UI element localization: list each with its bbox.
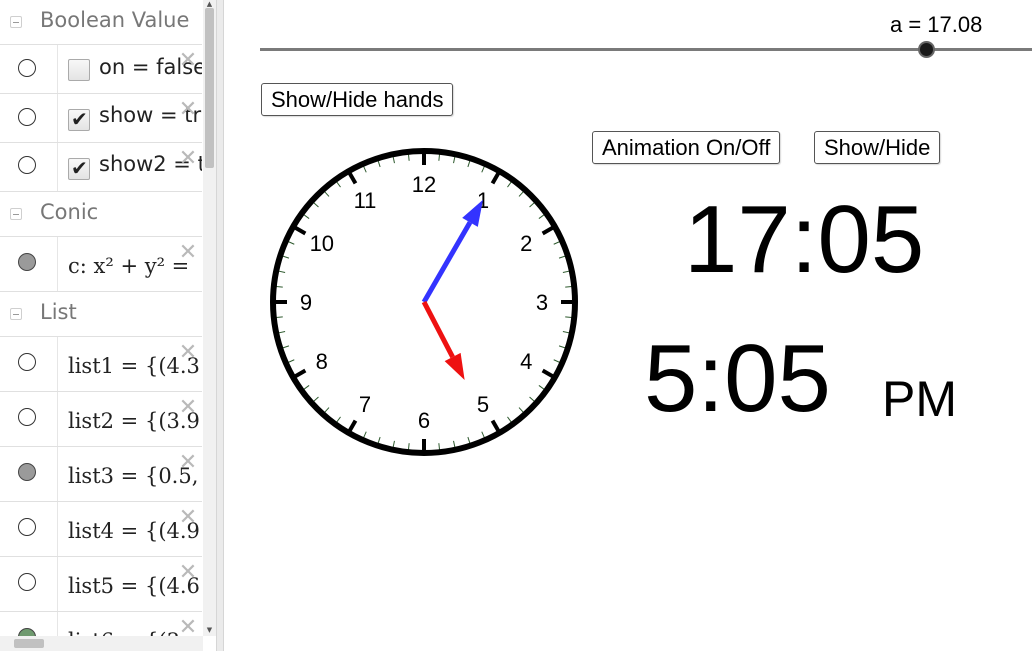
marble-cell	[0, 557, 58, 611]
collapse-icon[interactable]	[10, 308, 22, 320]
delete-icon[interactable]: ✕	[178, 50, 198, 72]
delete-icon[interactable]: ✕	[178, 562, 198, 584]
horizontal-scrollbar[interactable]	[0, 636, 203, 651]
clock-number-6: 6	[418, 408, 430, 433]
clock-number-2: 2	[520, 231, 532, 256]
clock-number-4: 4	[520, 349, 532, 374]
group-label: Conic	[40, 200, 99, 224]
checkmark-icon: ✔	[71, 156, 88, 180]
algebra-item-show[interactable]: ✔ show = true ✕	[0, 94, 202, 143]
minute-hand-head	[462, 199, 483, 227]
clock-number-11: 11	[354, 188, 377, 213]
slider-a-knob[interactable]	[918, 41, 936, 58]
delete-icon[interactable]: ✕	[178, 342, 198, 364]
ampm-indicator: PM	[882, 371, 957, 427]
clock-number-12: 12	[412, 172, 436, 197]
marble-cell	[0, 337, 58, 391]
clock-hands[interactable]	[421, 199, 483, 381]
clock-number-10: 10	[310, 231, 334, 256]
animation-toggle-button[interactable]: Animation On/Off	[592, 131, 781, 164]
marble-cell	[0, 502, 58, 556]
minute-hand[interactable]	[421, 199, 483, 304]
algebra-item-c[interactable]: c: x² + y² = ✕	[0, 237, 202, 292]
delete-icon[interactable]: ✕	[178, 397, 198, 419]
algebra-item-on[interactable]: on = false ✕	[0, 45, 202, 94]
algebra-item-list3[interactable]: list3 = {0.5, ✕	[0, 447, 202, 502]
delete-icon[interactable]: ✕	[178, 507, 198, 529]
horizontal-scroll-thumb[interactable]	[14, 639, 44, 648]
clock-number-7: 7	[359, 392, 371, 417]
checkbox-show2[interactable]: ✔	[68, 156, 90, 180]
collapse-icon[interactable]	[10, 16, 22, 28]
scroll-down-icon[interactable]: ▼	[205, 626, 214, 634]
clock-number-8: 8	[316, 349, 328, 374]
scroll-up-icon[interactable]: ▲	[205, 0, 214, 8]
delete-icon[interactable]: ✕	[178, 617, 198, 639]
view-divider[interactable]	[216, 0, 224, 651]
digital-time-24h: 17:05	[684, 186, 925, 293]
visibility-marble-icon[interactable]	[18, 518, 36, 536]
hour-hand-head	[444, 352, 465, 381]
visibility-marble-icon[interactable]	[18, 108, 36, 126]
delete-icon[interactable]: ✕	[178, 452, 198, 474]
visibility-marble-icon[interactable]	[18, 59, 36, 77]
marble-cell	[0, 45, 58, 93]
show-hide-hands-button[interactable]: Show/Hide hands	[261, 83, 454, 116]
marble-cell	[0, 94, 58, 142]
algebra-view: Boolean Value on = false ✕ ✔ show = tr ✕…	[0, 0, 216, 651]
clock-number-3: 3	[536, 290, 548, 315]
delete-icon[interactable]: ✕	[178, 242, 198, 264]
marble-cell	[0, 447, 58, 501]
hour-hand-shaft	[421, 300, 455, 359]
minute-hand-shaft	[421, 221, 473, 304]
checkbox-on[interactable]	[68, 59, 90, 81]
graphics-view[interactable]: a = 17.08 Show/Hide hands Animation On/O…	[224, 0, 1032, 651]
group-header-list[interactable]: List	[0, 292, 202, 337]
marble-cell	[0, 143, 58, 191]
hour-hand[interactable]	[421, 300, 465, 381]
visibility-marble-icon[interactable]	[18, 573, 36, 591]
visibility-marble-icon[interactable]	[18, 463, 36, 481]
clock-number-5: 5	[477, 392, 489, 417]
clock-number-9: 9	[300, 290, 312, 315]
algebra-item-list4[interactable]: list4 = {(4.9 ✕	[0, 502, 202, 557]
vertical-scroll-thumb[interactable]	[205, 8, 214, 168]
group-label: Boolean Value	[40, 8, 190, 32]
algebra-item-list2[interactable]: list2 = {(3.9 ✕	[0, 392, 202, 447]
analog-clock: 121234567891011	[270, 148, 578, 456]
group-header-conic[interactable]: Conic	[0, 192, 202, 237]
marble-cell	[0, 237, 58, 291]
vertical-scrollbar[interactable]: ▲ ▼	[203, 0, 216, 636]
algebra-item-list1[interactable]: list1 = {(4.3 ✕	[0, 337, 202, 392]
collapse-icon[interactable]	[10, 208, 22, 220]
checkbox-show[interactable]: ✔	[68, 107, 90, 131]
visibility-marble-icon[interactable]	[18, 156, 36, 174]
visibility-marble-icon[interactable]	[18, 353, 36, 371]
algebra-item-show2[interactable]: ✔ show2 = true ✕	[0, 143, 202, 192]
digital-time-12h: 5:05	[644, 325, 831, 432]
visibility-marble-icon[interactable]	[18, 408, 36, 426]
group-header-boolean[interactable]: Boolean Value	[0, 0, 202, 45]
delete-icon[interactable]: ✕	[178, 148, 198, 170]
show-hide-button[interactable]: Show/Hide	[814, 131, 941, 164]
delete-icon[interactable]: ✕	[178, 99, 198, 121]
marble-cell	[0, 392, 58, 446]
algebra-item-list5[interactable]: list5 = {(4.6 ✕	[0, 557, 202, 612]
group-label: List	[40, 300, 77, 324]
slider-a-label: a = 17.08	[890, 12, 983, 37]
visibility-marble-icon[interactable]	[18, 253, 36, 271]
checkmark-icon: ✔	[71, 107, 88, 131]
slider-a-track[interactable]	[260, 48, 1032, 51]
geogebra-app: Boolean Value on = false ✕ ✔ show = tr ✕…	[0, 0, 1032, 651]
algebra-item-text: c: x² + y² =	[68, 254, 190, 278]
